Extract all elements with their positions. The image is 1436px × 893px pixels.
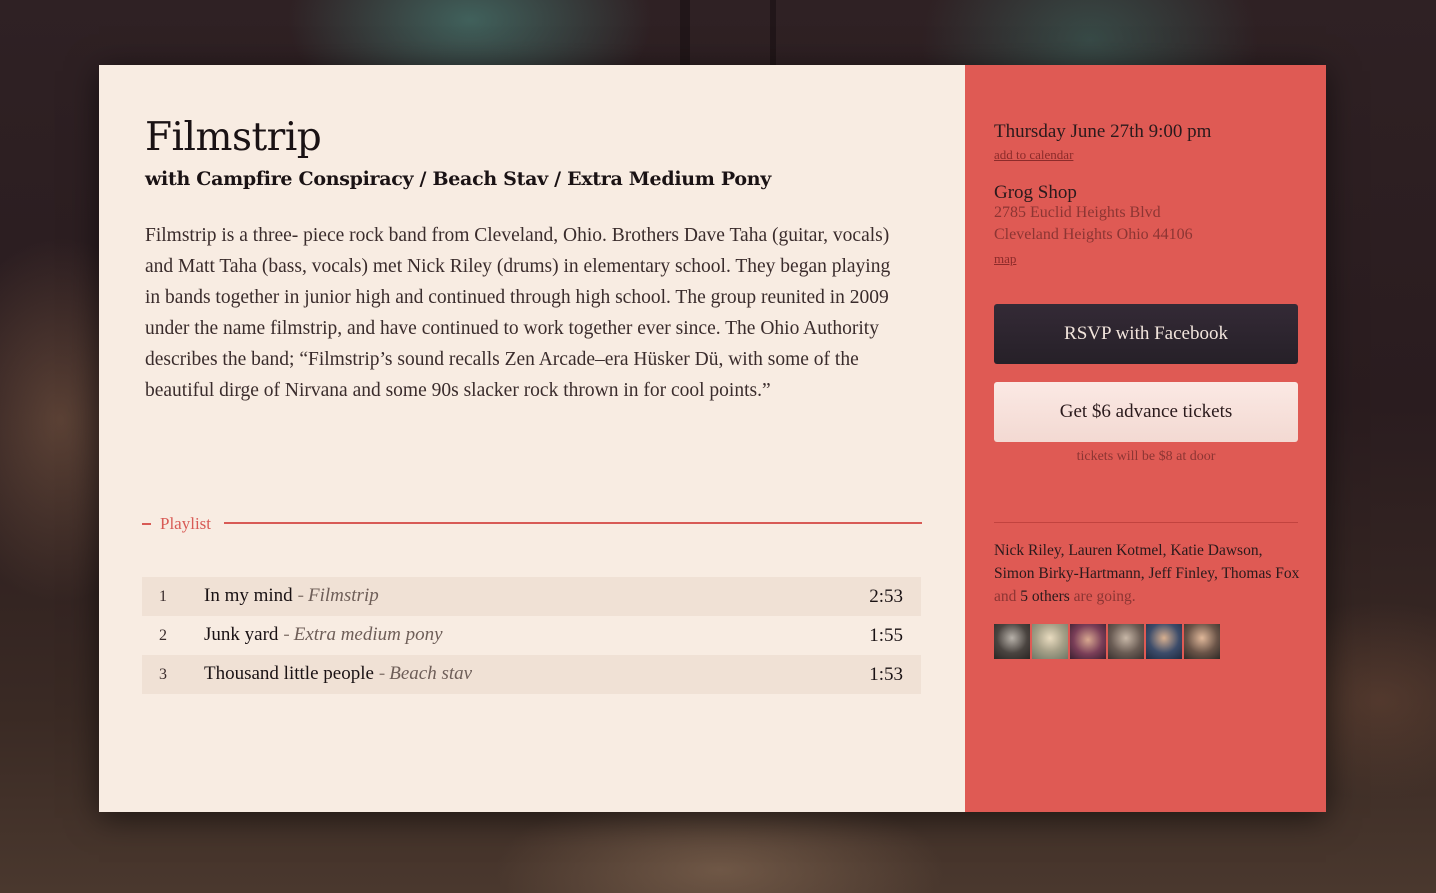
track-title-group: Junk yard - Extra medium pony xyxy=(204,624,443,646)
track-number: 1 xyxy=(159,588,167,605)
venue-address-line2: Cleveland Heights Ohio 44106 xyxy=(994,226,1193,243)
advance-tickets-button[interactable]: Get $6 advance tickets xyxy=(994,382,1298,442)
avatar[interactable] xyxy=(1184,624,1220,659)
supporting-acts: with Campfire Conspiracy / Beach Stav / … xyxy=(145,168,771,190)
track-duration: 2:53 xyxy=(869,586,903,607)
track-title: Junk yard xyxy=(204,624,279,645)
attendee-names[interactable]: Nick Riley, Lauren Kotmel, Katie Dawson,… xyxy=(994,542,1299,582)
track-title-group: In my mind - Filmstrip xyxy=(204,585,379,607)
playlist-header: Playlist xyxy=(142,514,922,536)
track-title-group: Thousand little people - Beach stav xyxy=(204,663,472,685)
event-title: Filmstrip xyxy=(145,115,322,160)
track-artist: Extra medium pony xyxy=(293,624,443,645)
track-artist: Filmstrip xyxy=(308,585,379,606)
attendees-text: Nick Riley, Lauren Kotmel, Katie Dawson,… xyxy=(994,539,1302,608)
track-row[interactable]: 2 Junk yard - Extra medium pony 1:55 xyxy=(142,616,921,655)
avatar[interactable] xyxy=(1070,624,1106,659)
playlist-divider xyxy=(224,522,922,524)
event-datetime: Thursday June 27th 9:00 pm xyxy=(994,121,1212,142)
attendees-and: and xyxy=(994,588,1017,605)
track-duration: 1:55 xyxy=(869,625,903,646)
avatar[interactable] xyxy=(1032,624,1068,659)
track-title: Thousand little people xyxy=(204,663,374,684)
track-row[interactable]: 1 In my mind - Filmstrip 2:53 xyxy=(142,577,921,616)
map-link[interactable]: map xyxy=(994,251,1016,267)
attendees-going: are going. xyxy=(1073,588,1136,605)
track-separator: - xyxy=(297,585,304,606)
track-number: 2 xyxy=(159,627,167,644)
playlist: 1 In my mind - Filmstrip 2:53 2 Junk yard -… xyxy=(142,577,921,694)
track-artist: Beach stav xyxy=(389,663,473,684)
avatar[interactable] xyxy=(994,624,1030,659)
track-separator: - xyxy=(378,663,386,684)
sidebar-divider xyxy=(994,522,1298,523)
track-separator: - xyxy=(283,624,290,645)
event-main-panel: Filmstrip with Campfire Conspiracy / Bea… xyxy=(99,65,965,812)
track-title: In my mind xyxy=(204,585,293,606)
rsvp-facebook-button[interactable]: RSVP with Facebook xyxy=(994,304,1298,364)
playlist-label: Playlist xyxy=(160,514,212,533)
track-duration: 1:53 xyxy=(869,664,903,685)
door-price-note: tickets will be $8 at door xyxy=(1076,449,1216,464)
track-row[interactable]: 3 Thousand little people - Beach stav 1:53 xyxy=(142,655,921,694)
avatar[interactable] xyxy=(1108,624,1144,659)
add-to-calendar-link[interactable]: add to calendar xyxy=(994,147,1073,163)
event-card: Filmstrip with Campfire Conspiracy / Bea… xyxy=(99,65,1326,812)
avatar[interactable] xyxy=(1146,624,1182,659)
venue-name: Grog Shop xyxy=(994,182,1077,203)
venue-address-line1: 2785 Euclid Heights Blvd xyxy=(994,204,1161,221)
playlist-dash xyxy=(142,523,151,525)
event-sidebar: Thursday June 27th 9:00 pm add to calend… xyxy=(965,65,1326,812)
attendees-others-link[interactable]: 5 others xyxy=(1020,588,1070,605)
track-number: 3 xyxy=(159,666,167,683)
attendee-avatars xyxy=(994,624,1220,659)
band-description: Filmstrip is a three- piece rock band fr… xyxy=(145,225,891,401)
